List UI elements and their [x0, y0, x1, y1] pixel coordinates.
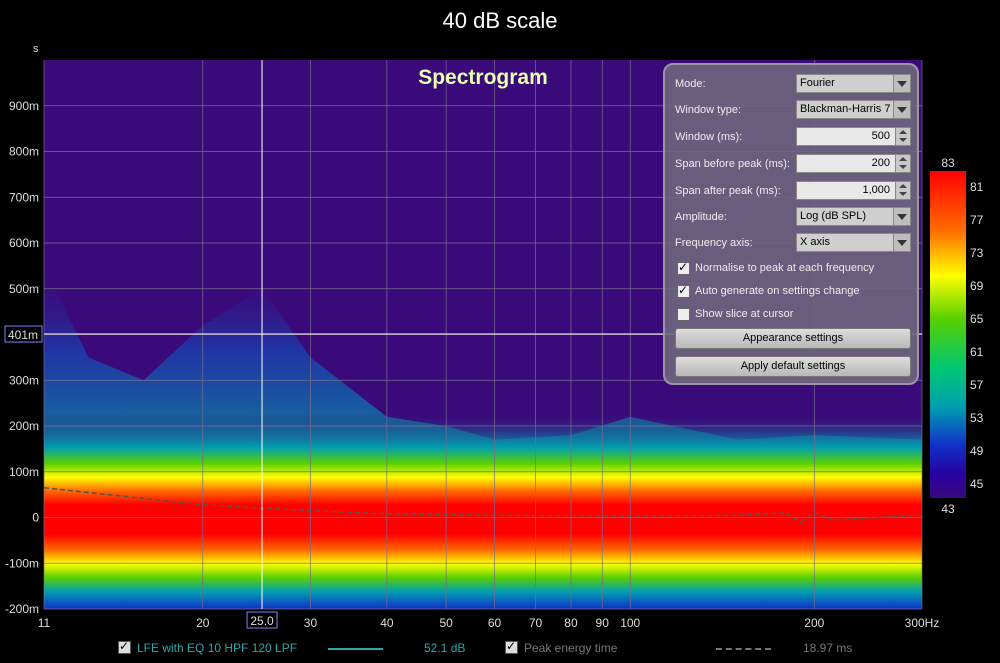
colorbar-min-label: 43 [941, 502, 955, 516]
chevron-down-icon [893, 234, 910, 251]
y-tick-label: 900m [9, 99, 39, 113]
spectrogram-title: Spectrogram [418, 66, 548, 89]
spinner-icon[interactable] [895, 128, 910, 145]
chevron-down-icon [893, 101, 910, 118]
series2-swatch [716, 648, 771, 650]
colorbar-tick-label: 49 [970, 444, 984, 458]
colorbar-tick-label: 61 [970, 345, 984, 359]
y-tick-label: 300m [9, 373, 39, 387]
amplitude-label: Amplitude: [675, 211, 727, 223]
colorbar-tick-label: 69 [970, 279, 984, 293]
y-tick-label: 100m [9, 465, 39, 479]
y-tick-label: -200m [5, 602, 39, 616]
normalise-label: Normalise to peak at each frequency [695, 262, 875, 274]
x-tick-label: 40 [380, 616, 394, 630]
colorbar [930, 171, 966, 498]
x-tick-label: 50 [439, 616, 453, 630]
x-tick-label: 20 [196, 616, 210, 630]
mode-select[interactable]: Fourier [796, 74, 911, 93]
normalise-checkbox[interactable] [677, 260, 690, 275]
window-ms-label: Window (ms): [675, 131, 743, 143]
x-tick-label: 300Hz [905, 616, 940, 630]
x-tick-label: 30 [304, 616, 318, 630]
slice-checkbox[interactable] [677, 308, 690, 321]
x-tick-label: 11 [38, 616, 51, 630]
y-tick-label: 500m [9, 282, 39, 296]
window-ms-input[interactable]: 500 [796, 127, 911, 146]
span-before-label: Span before peak (ms): [675, 158, 790, 170]
y-tick-label: 700m [9, 190, 39, 204]
colorbar-tick-label: 45 [970, 477, 984, 491]
y-tick-label: 600m [9, 236, 39, 250]
window-type-select[interactable]: Blackman-Harris 7 [796, 100, 911, 119]
y-axis-unit: s [33, 43, 39, 55]
span-after-input[interactable]: 1,000 [796, 181, 911, 200]
series2-checkbox[interactable] [505, 639, 518, 654]
colorbar-tick-label: 81 [970, 180, 984, 194]
colorbar-tick-label: 53 [970, 411, 984, 425]
cursor-x-label: 25.0 [250, 614, 274, 628]
amplitude-value: Log (dB SPL) [800, 210, 867, 222]
spinner-icon[interactable] [895, 155, 910, 172]
span-before-value: 200 [871, 157, 890, 169]
apply-defaults-button[interactable]: Apply default settings [675, 356, 911, 377]
span-after-value: 1,000 [862, 184, 890, 196]
autogen-label: Auto generate on settings change [695, 285, 860, 297]
slice-label: Show slice at cursor [695, 308, 794, 320]
energy-band [44, 412, 922, 609]
series2-name: Peak energy time [524, 641, 618, 655]
colorbar-tick-label: 65 [970, 312, 984, 326]
colorbar-tick-label: 73 [970, 246, 984, 260]
window-ms-value: 500 [871, 130, 890, 142]
y-tick-label: 0 [32, 511, 39, 525]
x-tick-label: 90 [596, 616, 610, 630]
chevron-down-icon [893, 208, 910, 225]
x-tick-label: 200 [804, 616, 824, 630]
autogen-checkbox[interactable] [677, 283, 690, 298]
freq-axis-label: Frequency axis: [675, 237, 753, 249]
amplitude-select[interactable]: Log (dB SPL) [796, 207, 911, 226]
x-tick-label: 80 [564, 616, 578, 630]
window-type-value: Blackman-Harris 7 [800, 103, 891, 115]
y-tick-label: 800m [9, 145, 39, 159]
mode-label: Mode: [675, 78, 706, 90]
colorbar-max-label: 83 [941, 156, 955, 170]
span-after-label: Span after peak (ms): [675, 185, 781, 197]
cursor-y-label: 401m [8, 328, 38, 342]
y-tick-label: 200m [9, 419, 39, 433]
y-tick-label: -100m [5, 556, 39, 570]
x-tick-label: 70 [529, 616, 543, 630]
spinner-icon[interactable] [895, 182, 910, 199]
series1-value: 52.1 dB [424, 641, 466, 655]
chevron-down-icon [893, 75, 910, 92]
colorbar-tick-label: 77 [970, 213, 984, 227]
x-tick-label: 100 [620, 616, 640, 630]
freq-axis-value: X axis [800, 236, 830, 248]
series1-checkbox[interactable] [118, 639, 131, 654]
colorbar-tick-label: 57 [970, 378, 984, 392]
legend: LFE with EQ 10 HPF 120 LPF 52.1 dB Peak … [0, 636, 1000, 660]
x-tick-label: 60 [488, 616, 502, 630]
series1-swatch [328, 648, 383, 650]
series1-name: LFE with EQ 10 HPF 120 LPF [137, 641, 298, 655]
series2-value: 18.97 ms [803, 641, 853, 655]
window-type-label: Window type: [675, 104, 742, 116]
appearance-settings-button[interactable]: Appearance settings [675, 328, 911, 349]
settings-panel: Mode: Fourier Window type: Blackman-Harr… [663, 63, 919, 385]
freq-axis-select[interactable]: X axis [796, 233, 911, 252]
mode-value: Fourier [800, 77, 835, 89]
span-before-input[interactable]: 200 [796, 154, 911, 173]
